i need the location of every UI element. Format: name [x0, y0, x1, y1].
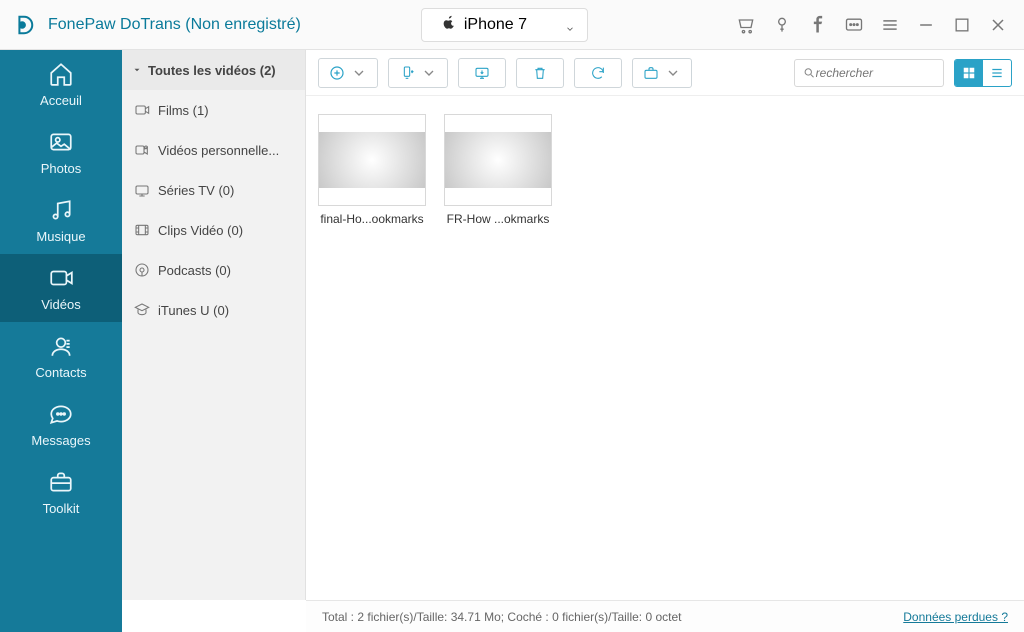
category-panel: Toutes les vidéos (2) Films (1) Vidéos p…: [122, 50, 306, 600]
sidebar-item-photos[interactable]: Photos: [0, 118, 122, 186]
search-box[interactable]: [794, 59, 944, 87]
toolbox-button[interactable]: [632, 58, 692, 88]
sidebar-item-label: Vidéos: [41, 297, 81, 312]
facebook-icon[interactable]: [808, 15, 828, 35]
video-thumbnail: [318, 114, 426, 206]
sidebar-item-contacts[interactable]: Contacts: [0, 322, 122, 390]
feedback-icon[interactable]: [844, 15, 864, 35]
maximize-icon[interactable]: [952, 15, 972, 35]
sidebar-item-music[interactable]: Musique: [0, 186, 122, 254]
cart-icon[interactable]: [736, 15, 756, 35]
category-label: Clips Vidéo (0): [158, 223, 243, 238]
export-to-pc-button[interactable]: [458, 58, 506, 88]
status-bar: Total : 2 fichier(s)/Taille: 34.71 Mo; C…: [306, 600, 1024, 632]
chevron-down-icon: [565, 21, 575, 39]
minimize-icon[interactable]: [916, 15, 936, 35]
add-button[interactable]: [318, 58, 378, 88]
export-to-device-button[interactable]: [388, 58, 448, 88]
sidebar-item-label: Photos: [41, 161, 81, 176]
sidebar-item-label: Contacts: [35, 365, 86, 380]
video-thumbnail: [444, 114, 552, 206]
refresh-button[interactable]: [574, 58, 622, 88]
category-personal-videos[interactable]: Vidéos personnelle...: [122, 130, 305, 170]
header-actions: [736, 15, 1024, 35]
video-grid: final-Ho...ookmarks FR-How ...okmarks: [306, 96, 1024, 244]
delete-button[interactable]: [516, 58, 564, 88]
category-films[interactable]: Films (1): [122, 90, 305, 130]
close-icon[interactable]: [988, 15, 1008, 35]
category-tv-series[interactable]: Séries TV (0): [122, 170, 305, 210]
toolbar: [306, 50, 1024, 96]
key-icon[interactable]: [772, 15, 792, 35]
category-label: Vidéos personnelle...: [158, 143, 279, 158]
sidebar-item-videos[interactable]: Vidéos: [0, 254, 122, 322]
grid-view-button[interactable]: [955, 60, 983, 86]
category-label: Podcasts (0): [158, 263, 231, 278]
search-input[interactable]: [816, 66, 935, 80]
video-label: FR-How ...okmarks: [444, 212, 552, 226]
sidebar-item-label: Messages: [31, 433, 90, 448]
sidebar-item-label: Toolkit: [43, 501, 80, 516]
sidebar-item-home[interactable]: Acceuil: [0, 50, 122, 118]
device-selector[interactable]: iPhone 7: [421, 8, 588, 42]
sidebar: Acceuil Photos Musique Vidéos Contacts M…: [0, 50, 122, 632]
app-logo: [0, 0, 48, 50]
list-view-button[interactable]: [983, 60, 1011, 86]
menu-icon[interactable]: [880, 15, 900, 35]
app-title: FonePaw DoTrans (Non enregistré): [48, 16, 301, 34]
sidebar-item-messages[interactable]: Messages: [0, 390, 122, 458]
category-itunes-u[interactable]: iTunes U (0): [122, 290, 305, 330]
category-label: Films (1): [158, 103, 209, 118]
category-video-clips[interactable]: Clips Vidéo (0): [122, 210, 305, 250]
lost-data-link[interactable]: Données perdues ?: [903, 610, 1008, 624]
search-icon: [803, 66, 816, 80]
video-label: final-Ho...ookmarks: [318, 212, 426, 226]
category-header[interactable]: Toutes les vidéos (2): [122, 50, 305, 90]
device-name: iPhone 7: [464, 16, 527, 34]
category-header-label: Toutes les vidéos (2): [148, 63, 276, 78]
sidebar-item-label: Acceuil: [40, 93, 82, 108]
apple-icon: [442, 15, 456, 34]
sidebar-item-label: Musique: [36, 229, 85, 244]
main-panel: final-Ho...ookmarks FR-How ...okmarks: [306, 50, 1024, 600]
video-item[interactable]: FR-How ...okmarks: [444, 114, 552, 226]
title-bar: FonePaw DoTrans (Non enregistré) iPhone …: [0, 0, 1024, 50]
category-label: iTunes U (0): [158, 303, 229, 318]
view-toggle: [954, 59, 1012, 87]
status-text: Total : 2 fichier(s)/Taille: 34.71 Mo; C…: [322, 610, 681, 624]
category-podcasts[interactable]: Podcasts (0): [122, 250, 305, 290]
video-item[interactable]: final-Ho...ookmarks: [318, 114, 426, 226]
sidebar-item-toolkit[interactable]: Toolkit: [0, 458, 122, 526]
category-label: Séries TV (0): [158, 183, 234, 198]
